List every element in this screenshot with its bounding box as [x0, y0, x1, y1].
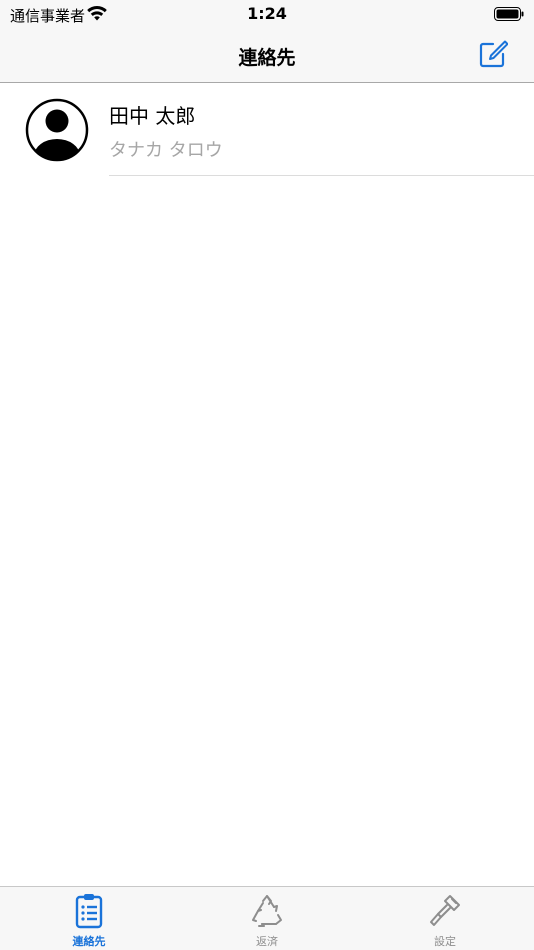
contacts-screen: 通信事業者 1:24 連絡先 田中 太郎 タナカ タロウ 連絡先 返済 設定	[0, 0, 534, 950]
list-clipboard-icon	[75, 894, 103, 929]
navigation-bar: 連絡先	[0, 30, 534, 83]
tab-label: 設定	[434, 935, 456, 948]
tab-repayment[interactable]: 返済	[178, 887, 356, 950]
contact-list: 田中 太郎 タナカ タロウ	[0, 84, 534, 176]
person-avatar-icon	[25, 98, 89, 162]
clock: 1:24	[247, 4, 287, 23]
tab-settings[interactable]: 設定	[356, 887, 534, 950]
screwdriver-icon	[430, 895, 460, 926]
tab-label: 連絡先	[72, 935, 106, 948]
compose-icon[interactable]	[478, 39, 508, 69]
tab-bar: 連絡先 返済 設定	[0, 886, 534, 950]
page-title: 連絡先	[238, 47, 296, 69]
battery-icon	[494, 7, 524, 21]
recycle-icon	[252, 895, 282, 927]
tab-contacts[interactable]: 連絡先	[0, 887, 178, 950]
contact-kana: タナカ タロウ	[109, 140, 223, 161]
row-divider	[109, 175, 534, 176]
status-bar: 通信事業者 1:24	[0, 0, 534, 30]
contact-name: 田中 太郎	[109, 104, 196, 128]
contact-row[interactable]: 田中 太郎 タナカ タロウ	[0, 84, 534, 176]
tab-label: 返済	[256, 935, 278, 948]
